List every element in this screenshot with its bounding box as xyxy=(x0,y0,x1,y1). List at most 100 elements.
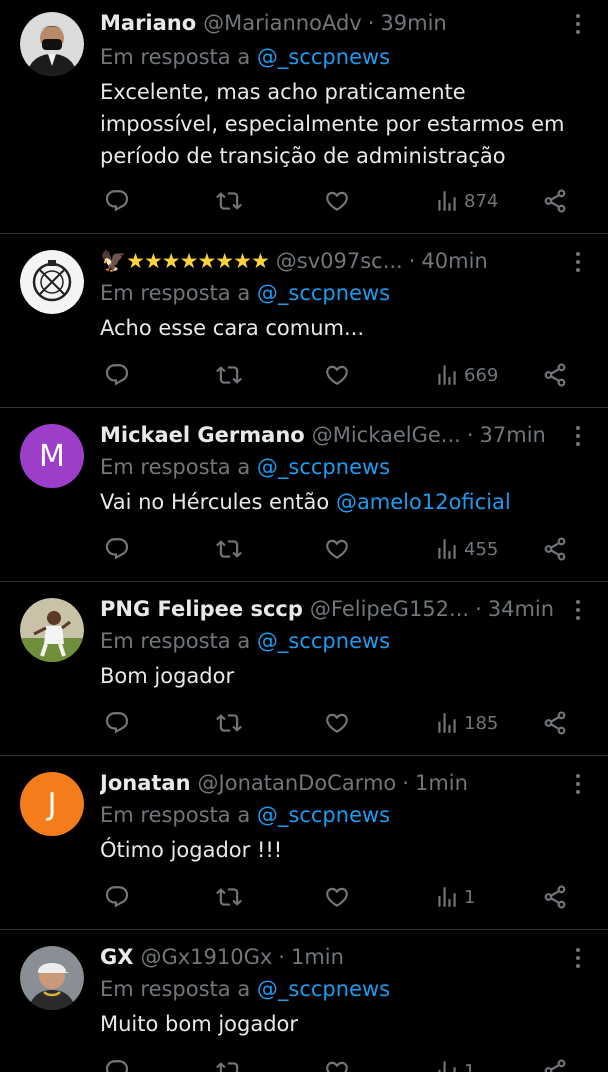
views-button[interactable]: 1 xyxy=(434,882,475,912)
reply-mention-link[interactable]: @_sccpnews xyxy=(257,977,390,1001)
share-icon xyxy=(542,188,568,214)
retweet-icon xyxy=(216,362,242,388)
reply-context: Em resposta a @_sccpnews xyxy=(100,278,390,308)
share-icon xyxy=(542,884,568,910)
avatar[interactable] xyxy=(20,12,84,76)
text-mention-link[interactable]: @amelo12oficial xyxy=(336,490,511,514)
reply-context: Em resposta a @_sccpnews xyxy=(100,800,390,830)
like-button[interactable] xyxy=(324,1056,350,1072)
man-with-mask-avatar-icon xyxy=(20,12,84,76)
timestamp[interactable]: 1min xyxy=(291,942,344,972)
analytics-icon xyxy=(434,536,460,562)
share-icon xyxy=(542,1058,568,1072)
reply-mention-link[interactable]: @_sccpnews xyxy=(257,45,390,69)
display-name[interactable]: Mariano xyxy=(100,8,196,38)
reply-button[interactable] xyxy=(104,882,130,912)
like-button[interactable] xyxy=(324,360,350,390)
more-options-icon[interactable] xyxy=(570,948,586,968)
action-bar: 1 xyxy=(100,1056,580,1072)
like-button[interactable] xyxy=(324,882,350,912)
reply-tweet[interactable]: J Jonatan @JonatanDoCarmo · 1min Em resp… xyxy=(0,756,608,930)
timestamp[interactable]: 34min xyxy=(488,594,554,624)
more-options-icon[interactable] xyxy=(570,14,586,34)
reply-tweet[interactable]: GX @Gx1910Gx · 1min Em resposta a @_sccp… xyxy=(0,930,608,1072)
avatar[interactable] xyxy=(20,250,84,314)
user-handle[interactable]: @MariannoAdv xyxy=(203,8,362,38)
timestamp[interactable]: 1min xyxy=(415,768,468,798)
tweet-header: GX @Gx1910Gx · 1min xyxy=(100,942,560,972)
heart-icon xyxy=(324,536,350,562)
reply-prefix: Em resposta a xyxy=(100,629,251,653)
like-button[interactable] xyxy=(324,534,350,564)
share-button[interactable] xyxy=(542,1056,568,1072)
reply-button[interactable] xyxy=(104,1056,130,1072)
views-button[interactable]: 455 xyxy=(434,534,498,564)
heart-icon xyxy=(324,188,350,214)
timestamp[interactable]: 40min xyxy=(421,246,487,276)
share-button[interactable] xyxy=(542,708,568,738)
reply-tweet[interactable]: PNG Felipee sccp @FelipeG152... · 34min … xyxy=(0,582,608,756)
retweet-button[interactable] xyxy=(216,708,242,738)
display-name[interactable]: GX xyxy=(100,942,133,972)
heart-icon xyxy=(324,1058,350,1072)
retweet-button[interactable] xyxy=(216,534,242,564)
tweet-header: 🦅★★★★★★★★ @sv097sc... · 40min xyxy=(100,246,560,276)
user-handle[interactable]: @Gx1910Gx xyxy=(140,942,272,972)
share-icon xyxy=(542,362,568,388)
retweet-button[interactable] xyxy=(216,882,242,912)
more-options-icon[interactable] xyxy=(570,600,586,620)
reply-tweet[interactable]: Mariano @MariannoAdv · 39min Em resposta… xyxy=(0,0,608,234)
timestamp[interactable]: 37min xyxy=(480,420,546,450)
views-button[interactable]: 669 xyxy=(434,360,498,390)
retweet-button[interactable] xyxy=(216,1056,242,1072)
eagle-emoji: 🦅 xyxy=(100,249,127,273)
display-name[interactable]: 🦅★★★★★★★★ xyxy=(100,246,270,276)
action-bar: 185 xyxy=(100,708,580,738)
avatar[interactable]: M xyxy=(20,424,84,488)
reply-mention-link[interactable]: @_sccpnews xyxy=(257,629,390,653)
reply-tweet[interactable]: 🦅★★★★★★★★ @sv097sc... · 40min Em respost… xyxy=(0,234,608,408)
share-button[interactable] xyxy=(542,882,568,912)
retweet-button[interactable] xyxy=(216,360,242,390)
reply-prefix: Em resposta a xyxy=(100,281,251,305)
like-button[interactable] xyxy=(324,708,350,738)
share-icon xyxy=(542,710,568,736)
reply-button[interactable] xyxy=(104,186,130,216)
reply-button[interactable] xyxy=(104,360,130,390)
more-options-icon[interactable] xyxy=(570,774,586,794)
separator-dot: · xyxy=(466,423,474,447)
share-button[interactable] xyxy=(542,534,568,564)
avatar[interactable]: J xyxy=(20,772,84,836)
user-handle[interactable]: @JonatanDoCarmo xyxy=(198,768,397,798)
reply-mention-link[interactable]: @_sccpnews xyxy=(257,803,390,827)
timestamp[interactable]: 39min xyxy=(380,8,446,38)
like-button[interactable] xyxy=(324,186,350,216)
display-name[interactable]: Mickael Germano xyxy=(100,420,305,450)
more-options-icon[interactable] xyxy=(570,426,586,446)
share-button[interactable] xyxy=(542,186,568,216)
reply-button[interactable] xyxy=(104,708,130,738)
reply-tweet[interactable]: M Mickael Germano @MickaelGe... · 37min … xyxy=(0,408,608,582)
reply-prefix: Em resposta a xyxy=(100,803,251,827)
heart-icon xyxy=(324,884,350,910)
display-name[interactable]: PNG Felipee sccp xyxy=(100,594,303,624)
retweet-button[interactable] xyxy=(216,186,242,216)
reply-mention-link[interactable]: @_sccpnews xyxy=(257,281,390,305)
views-button[interactable]: 874 xyxy=(434,186,498,216)
reply-button[interactable] xyxy=(104,534,130,564)
views-count: 1 xyxy=(464,1060,476,1072)
reply-prefix: Em resposta a xyxy=(100,455,251,479)
more-options-icon[interactable] xyxy=(570,252,586,272)
avatar[interactable] xyxy=(20,946,84,1010)
avatar[interactable] xyxy=(20,598,84,662)
display-name[interactable]: Jonatan xyxy=(100,768,191,798)
views-button[interactable]: 1 xyxy=(434,1056,475,1072)
user-handle[interactable]: @FelipeG152... xyxy=(310,594,469,624)
share-button[interactable] xyxy=(542,360,568,390)
user-handle[interactable]: @sv097sc... xyxy=(276,246,403,276)
reply-mention-link[interactable]: @_sccpnews xyxy=(257,455,390,479)
views-button[interactable]: 185 xyxy=(434,708,498,738)
user-handle[interactable]: @MickaelGe... xyxy=(312,420,461,450)
retweet-icon xyxy=(216,536,242,562)
tweet-text: Vai no Hércules então @amelo12oficial xyxy=(100,486,582,518)
